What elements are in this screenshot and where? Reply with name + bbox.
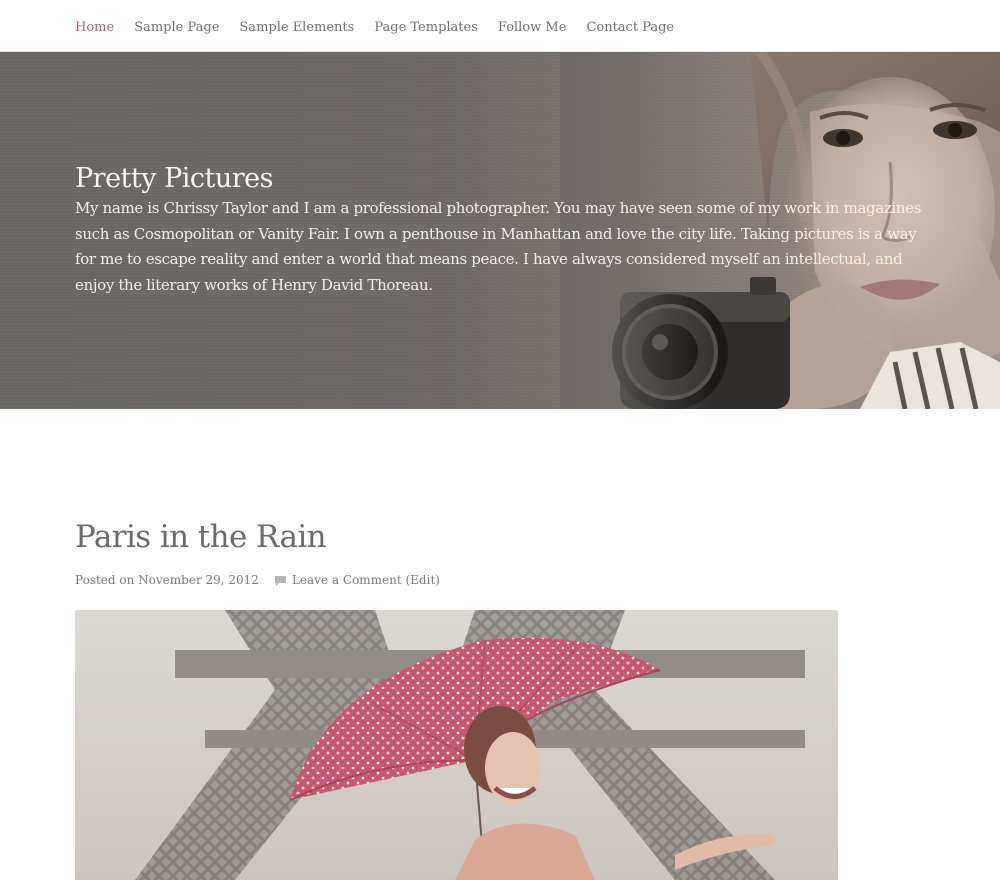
nav-item-page-templates: Page Templates bbox=[374, 17, 478, 36]
nav-item-home: Home bbox=[75, 17, 114, 36]
hero-content: Pretty Pictures My name is Chrissy Taylo… bbox=[75, 162, 935, 298]
post-date-link[interactable]: November 29, 2012 bbox=[138, 573, 259, 587]
nav-link-home[interactable]: Home bbox=[75, 20, 114, 35]
nav-item-sample-page: Sample Page bbox=[134, 17, 219, 36]
nav-menu: Home Sample Page Sample Elements Page Te… bbox=[0, 0, 1000, 52]
nav-item-contact-page: Contact Page bbox=[586, 17, 674, 36]
nav-item-sample-elements: Sample Elements bbox=[239, 17, 354, 36]
post-meta: Posted on November 29, 2012 Leave a Comm… bbox=[75, 571, 838, 589]
comment-icon bbox=[274, 576, 286, 586]
edit-post-link[interactable]: (Edit) bbox=[405, 573, 439, 587]
site-title[interactable]: Pretty Pictures bbox=[75, 162, 935, 196]
post-featured-image bbox=[75, 610, 838, 880]
hero-banner: Pretty Pictures My name is Chrissy Taylo… bbox=[0, 52, 1000, 409]
nav-link-page-templates[interactable]: Page Templates bbox=[374, 20, 478, 35]
main-navigation: Home Sample Page Sample Elements Page Te… bbox=[0, 0, 1000, 52]
leave-comment-link[interactable]: Leave a Comment bbox=[292, 573, 402, 587]
nav-link-follow-me[interactable]: Follow Me bbox=[498, 20, 567, 35]
post-title[interactable]: Paris in the Rain bbox=[75, 515, 838, 559]
site-description: My name is Chrissy Taylor and I am a pro… bbox=[75, 199, 922, 294]
nav-link-sample-elements[interactable]: Sample Elements bbox=[239, 20, 354, 35]
featured-image-graphic bbox=[75, 610, 838, 880]
posted-on-label: Posted on bbox=[75, 573, 135, 587]
post-article: Paris in the Rain Posted on November 29,… bbox=[75, 515, 838, 589]
nav-link-sample-page[interactable]: Sample Page bbox=[134, 20, 219, 35]
nav-link-contact-page[interactable]: Contact Page bbox=[586, 20, 674, 35]
nav-item-follow-me: Follow Me bbox=[498, 17, 567, 36]
